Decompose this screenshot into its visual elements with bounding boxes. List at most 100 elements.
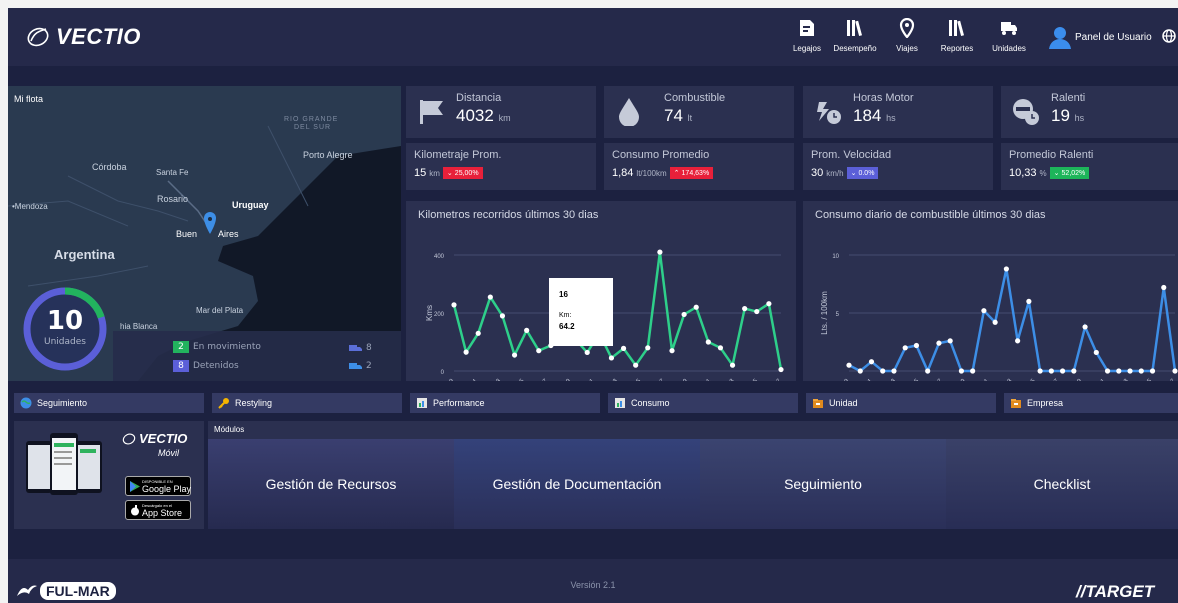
data-point (1093, 349, 1099, 356)
user-panel-label: Panel de Usuario (1075, 31, 1152, 43)
x-tick-label: 07 (773, 378, 782, 381)
chevron-up-icon: ⌃ (673, 170, 680, 177)
nav-label: Legajos (792, 44, 822, 53)
chevron-down-icon: ⌄ (1053, 170, 1060, 177)
data-point (857, 368, 863, 374)
x-tick-label: 09 (841, 378, 850, 381)
data-point (868, 359, 875, 365)
data-point (947, 338, 953, 344)
module-seguimiento[interactable]: Seguimiento (700, 439, 946, 529)
x-tick-label: 15 (911, 378, 920, 381)
data-point (620, 345, 627, 351)
map-label: Mar del Plata (196, 306, 244, 315)
module-gestion-documentacion[interactable]: Gestión de Documentación (454, 439, 700, 529)
tab-empresa[interactable]: Empresa (1004, 393, 1178, 413)
data-point (913, 342, 920, 349)
google-play-button[interactable]: DISPONIBLE EN Google Play (125, 476, 191, 496)
apple-icon (131, 505, 139, 516)
module-checklist[interactable]: Checklist (946, 439, 1178, 529)
chart-tooltip: 16 Km: 64.2 (549, 278, 613, 346)
tab-restyling[interactable]: Restyling (212, 393, 402, 413)
data-point (1149, 368, 1156, 374)
tab-label: Empresa (1027, 398, 1064, 408)
x-tick-label: 25 (633, 378, 642, 381)
x-tick-label: 29 (1074, 378, 1083, 381)
engine-clock-icon (817, 102, 841, 124)
tooltip-label: Km: (559, 312, 572, 319)
data-point (475, 330, 481, 336)
x-tick-label: 11 (470, 378, 479, 381)
data-point (633, 362, 639, 368)
x-tick-label: 07 (1167, 378, 1176, 381)
data-point (681, 311, 687, 318)
x-tick-label: 03 (1121, 378, 1130, 381)
map-label: Buen (176, 229, 198, 239)
tab-unidad[interactable]: Unidad (806, 393, 996, 413)
nav-reportes[interactable]: Reportes (928, 18, 986, 53)
x-tick-label: 19 (563, 378, 572, 381)
data-point (902, 345, 908, 351)
x-tick-label: 19 (958, 378, 967, 381)
fleet-map[interactable]: Mi flota RIO GRANDE DEL SUR Porto Alegre… (8, 86, 401, 381)
books-icon (949, 20, 965, 36)
chart-fuel: 5 10 Lts. / 100km 09 11 13 15 17 19 21 23 25 27 29 01 0… (803, 201, 1178, 381)
data-point (742, 306, 748, 312)
tab-label: Restyling (235, 398, 273, 408)
status-stopped[interactable]: 8 Detenidos (173, 360, 239, 372)
x-tick-label: 15 (517, 378, 526, 381)
series-line (848, 268, 1177, 375)
data-point (451, 302, 457, 308)
data-point (1127, 368, 1133, 374)
kpi-ralenti: Ralenti 19 hs (1001, 86, 1178, 138)
status-moving[interactable]: 2 En movimiento (173, 341, 261, 353)
x-tick-label: 23 (610, 378, 619, 381)
tooltip-day: 16 (559, 290, 568, 299)
nav-desempeno[interactable]: Desempeño (826, 18, 884, 53)
flag-icon (420, 100, 443, 124)
avg-value: 1,84 lt/100km ⌃ 174,63% (612, 167, 714, 179)
map-title: Mi flota (14, 94, 44, 104)
language-globe-icon[interactable] (1162, 29, 1176, 43)
data-point (608, 355, 615, 361)
promo-sub: Móvil (158, 448, 180, 458)
x-tick-label: 05 (750, 378, 759, 381)
modules-title: Módulos (214, 425, 245, 434)
google-play-icon (130, 481, 140, 492)
truck-stopped-icon (349, 363, 362, 369)
phones-illustration (26, 433, 102, 495)
nav-label: Desempeño (833, 44, 877, 53)
data-point (958, 368, 965, 374)
moving-label: En movimiento (193, 342, 261, 352)
delta-badge: ⌄ 25,00% (442, 167, 483, 179)
user-panel-button[interactable]: Panel de Usuario (1048, 25, 1152, 49)
stopped-count: 8 (173, 360, 189, 372)
data-point (754, 308, 760, 315)
x-tick-label: 13 (888, 378, 897, 381)
brand-name: VECTIO (56, 24, 141, 49)
version-label: Versión 2.1 (570, 580, 616, 590)
tab-performance[interactable]: Performance (410, 393, 600, 413)
tab-label: Unidad (829, 398, 858, 408)
x-tick-label: 23 (1004, 378, 1013, 381)
map-label: Santa Fe (156, 168, 189, 177)
modules-panel: Módulos Gestión de Recursos Gestión de D… (208, 421, 1178, 529)
tab-seguimiento[interactable]: Seguimiento (14, 393, 204, 413)
fuel-drop-icon (619, 98, 639, 126)
folder-icon (1011, 399, 1021, 408)
app-store-button[interactable]: Descárgalo en el App Store (125, 500, 191, 520)
map-label: RIO GRANDE (284, 116, 339, 123)
tab-label: Performance (433, 398, 485, 408)
avg-value: 10,33% ⌄ 52,02% (1009, 167, 1090, 179)
x-tick-label: 27 (1051, 378, 1060, 381)
y-tick-label: 200 (434, 312, 445, 318)
tab-consumo[interactable]: Consumo (608, 393, 798, 413)
map-label: Rosario (157, 194, 189, 204)
nav-unidades[interactable]: Unidades (980, 18, 1038, 53)
brand-logo[interactable]: VECTIO (26, 24, 141, 50)
moving-count: 2 (173, 341, 189, 353)
module-gestion-recursos[interactable]: Gestión de Recursos (208, 439, 454, 529)
data-point (499, 313, 506, 319)
avg-value: 15 km ⌄ 25,00% (414, 167, 483, 179)
x-tick-label: 21 (587, 378, 596, 381)
globe-icon (20, 397, 32, 409)
